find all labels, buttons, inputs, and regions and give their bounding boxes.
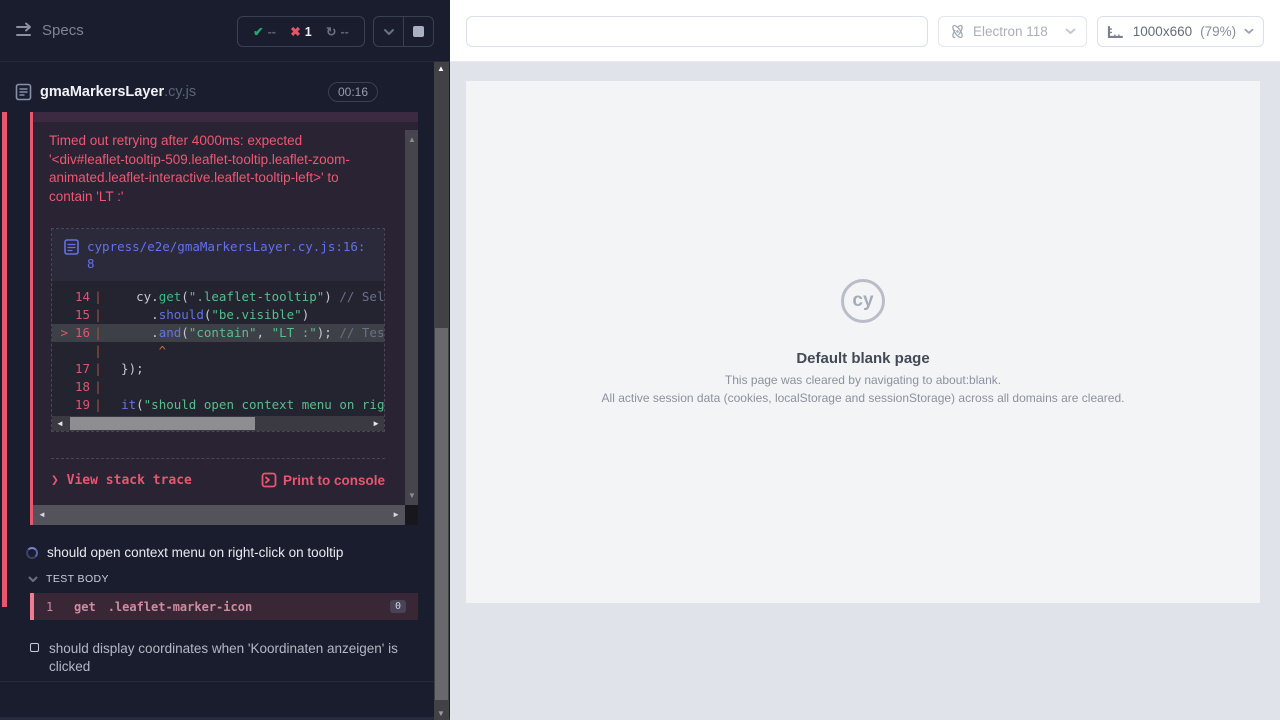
- code-frame-hscroll-thumb[interactable]: [70, 417, 255, 430]
- test-pending-icon: [30, 643, 39, 652]
- scroll-right-icon[interactable]: ►: [392, 505, 400, 525]
- scroll-left-icon[interactable]: ◄: [38, 505, 46, 525]
- code-line: >16| .and("contain", "LT :"); // Test: [52, 324, 384, 342]
- error-actions-separator: [51, 458, 385, 459]
- scroll-right-icon[interactable]: ►: [372, 416, 380, 431]
- scrollbar-corner: [405, 505, 418, 525]
- test-running-spinner-icon: [26, 547, 38, 559]
- chevron-down-icon: [1065, 28, 1076, 35]
- scroll-down-icon[interactable]: ▼: [437, 709, 445, 718]
- run-controls: [373, 16, 434, 47]
- error-panel-vertical-scrollbar[interactable]: ▲ ▼: [405, 130, 418, 505]
- command-count-badge: 0: [390, 600, 406, 613]
- code-frame-body: 14| cy.get(".leaflet-tooltip") // Sele15…: [52, 281, 384, 416]
- cypress-logo-icon: cy: [841, 279, 885, 323]
- running-test-title: should open context menu on right-click …: [47, 545, 343, 560]
- chevron-right-icon: ❯: [51, 473, 67, 488]
- test-stats: ✔ -- ✖ 1 ↻ --: [237, 16, 365, 47]
- viewport-background: cy Default blank page This page was clea…: [450, 62, 1280, 720]
- stat-passed: ✔ --: [253, 24, 276, 39]
- code-line: 15| .should("be.visible"): [52, 306, 384, 324]
- electron-icon: [949, 23, 966, 40]
- stat-failed: ✖ 1: [290, 24, 311, 39]
- blank-page-message: cy Default blank page This page was clea…: [466, 279, 1260, 405]
- command-log-entry[interactable]: 1 get .leaflet-marker-icon 0: [30, 593, 418, 620]
- spec-duration-badge: 00:16: [328, 82, 378, 102]
- spec-file-icon: [15, 83, 32, 101]
- spec-header-row[interactable]: gmaMarkersLayer.cy.js 00:16: [0, 74, 434, 110]
- check-icon: ✔: [253, 24, 263, 39]
- reporter-scroll-thumb[interactable]: [435, 328, 448, 700]
- command-number: 1: [46, 600, 66, 614]
- code-line: 18|: [52, 378, 384, 396]
- error-panel-horizontal-scrollbar[interactable]: ◄ ►: [33, 505, 405, 525]
- browser-select[interactable]: Electron 118: [938, 16, 1087, 47]
- console-icon: [261, 472, 277, 488]
- specs-list-toggle-icon[interactable]: [14, 21, 36, 41]
- view-stack-trace-button[interactable]: ❯ View stack trace: [51, 473, 192, 488]
- chevron-down-icon: [28, 576, 38, 583]
- viewport-size-select[interactable]: 1000x660 (79%): [1097, 16, 1264, 47]
- reporter-scrollbar[interactable]: ▲ ▼: [434, 62, 449, 720]
- browser-url-toolbar: Electron 118 1000x660 (79%): [450, 0, 1280, 62]
- viewport-dimensions: 1000x660: [1133, 24, 1192, 39]
- failed-attempt-border: [2, 112, 7, 607]
- command-method: get: [74, 600, 96, 614]
- running-test-row[interactable]: should open context menu on right-click …: [26, 545, 426, 560]
- spec-name: gmaMarkersLayer.cy.js: [40, 84, 196, 100]
- scroll-up-icon[interactable]: ▲: [408, 132, 416, 147]
- scroll-left-icon[interactable]: ◄: [56, 416, 64, 431]
- stat-pending: ↻ --: [326, 24, 349, 39]
- code-frame-file-link[interactable]: cypress/e2e/gmaMarkersLayer.cy.js:16:8: [52, 229, 384, 281]
- code-line: | ^: [52, 342, 384, 360]
- code-line: 14| cy.get(".leaflet-tooltip") // Sele: [52, 288, 384, 306]
- error-actions-row: ❯ View stack trace Print to console: [51, 472, 385, 488]
- ruler-icon: [1107, 24, 1125, 40]
- pending-test-row[interactable]: should display coordinates when 'Koordin…: [30, 640, 400, 676]
- error-panel-top-edge: [33, 112, 418, 122]
- application-frame: cy Default blank page This page was clea…: [466, 81, 1260, 603]
- blank-page-line1: This page was cleared by navigating to a…: [466, 373, 1260, 387]
- blank-page-line2: All active session data (cookies, localS…: [466, 391, 1260, 405]
- pending-test-title: should display coordinates when 'Koordin…: [49, 640, 400, 676]
- test-list-divider: [0, 681, 434, 682]
- scroll-up-icon[interactable]: ▲: [437, 64, 445, 73]
- test-body-section-toggle[interactable]: TEST BODY: [28, 573, 109, 585]
- error-message: Timed out retrying after 4000ms: expecte…: [49, 132, 374, 206]
- command-target: .leaflet-marker-icon: [108, 600, 253, 614]
- chevron-down-icon: [1244, 28, 1254, 35]
- browser-name: Electron 118: [973, 24, 1058, 39]
- reporter-sidebar: Specs ✔ -- ✖ 1 ↻ --: [0, 0, 450, 720]
- blank-page-title: Default blank page: [466, 350, 1260, 367]
- collapse-all-button[interactable]: [374, 17, 403, 46]
- reporter-header: Specs ✔ -- ✖ 1 ↻ --: [0, 0, 450, 62]
- specs-label: Specs: [42, 22, 84, 39]
- code-file-icon: [64, 239, 79, 255]
- code-frame-file-path: cypress/e2e/gmaMarkersLayer.cy.js:16:8: [87, 238, 372, 272]
- error-panel: Timed out retrying after 4000ms: expecte…: [30, 112, 418, 525]
- scroll-down-icon[interactable]: ▼: [408, 488, 416, 503]
- code-frame-horizontal-scrollbar[interactable]: ◄ ►: [52, 416, 384, 431]
- stop-icon: [413, 26, 424, 37]
- test-body-label: TEST BODY: [46, 573, 109, 585]
- x-icon: ✖: [290, 24, 300, 39]
- chevron-down-icon: [383, 28, 395, 36]
- code-frame: cypress/e2e/gmaMarkersLayer.cy.js:16:8 1…: [51, 228, 385, 432]
- print-to-console-button[interactable]: Print to console: [261, 472, 385, 488]
- url-input[interactable]: [466, 16, 928, 47]
- viewport-scale: (79%): [1200, 24, 1236, 39]
- refresh-icon: ↻: [326, 24, 336, 39]
- code-line: 19| it("should open context menu on righ: [52, 396, 384, 414]
- stop-run-button[interactable]: [403, 17, 433, 46]
- code-line: 17| });: [52, 360, 384, 378]
- spec-extension: .cy.js: [164, 84, 196, 100]
